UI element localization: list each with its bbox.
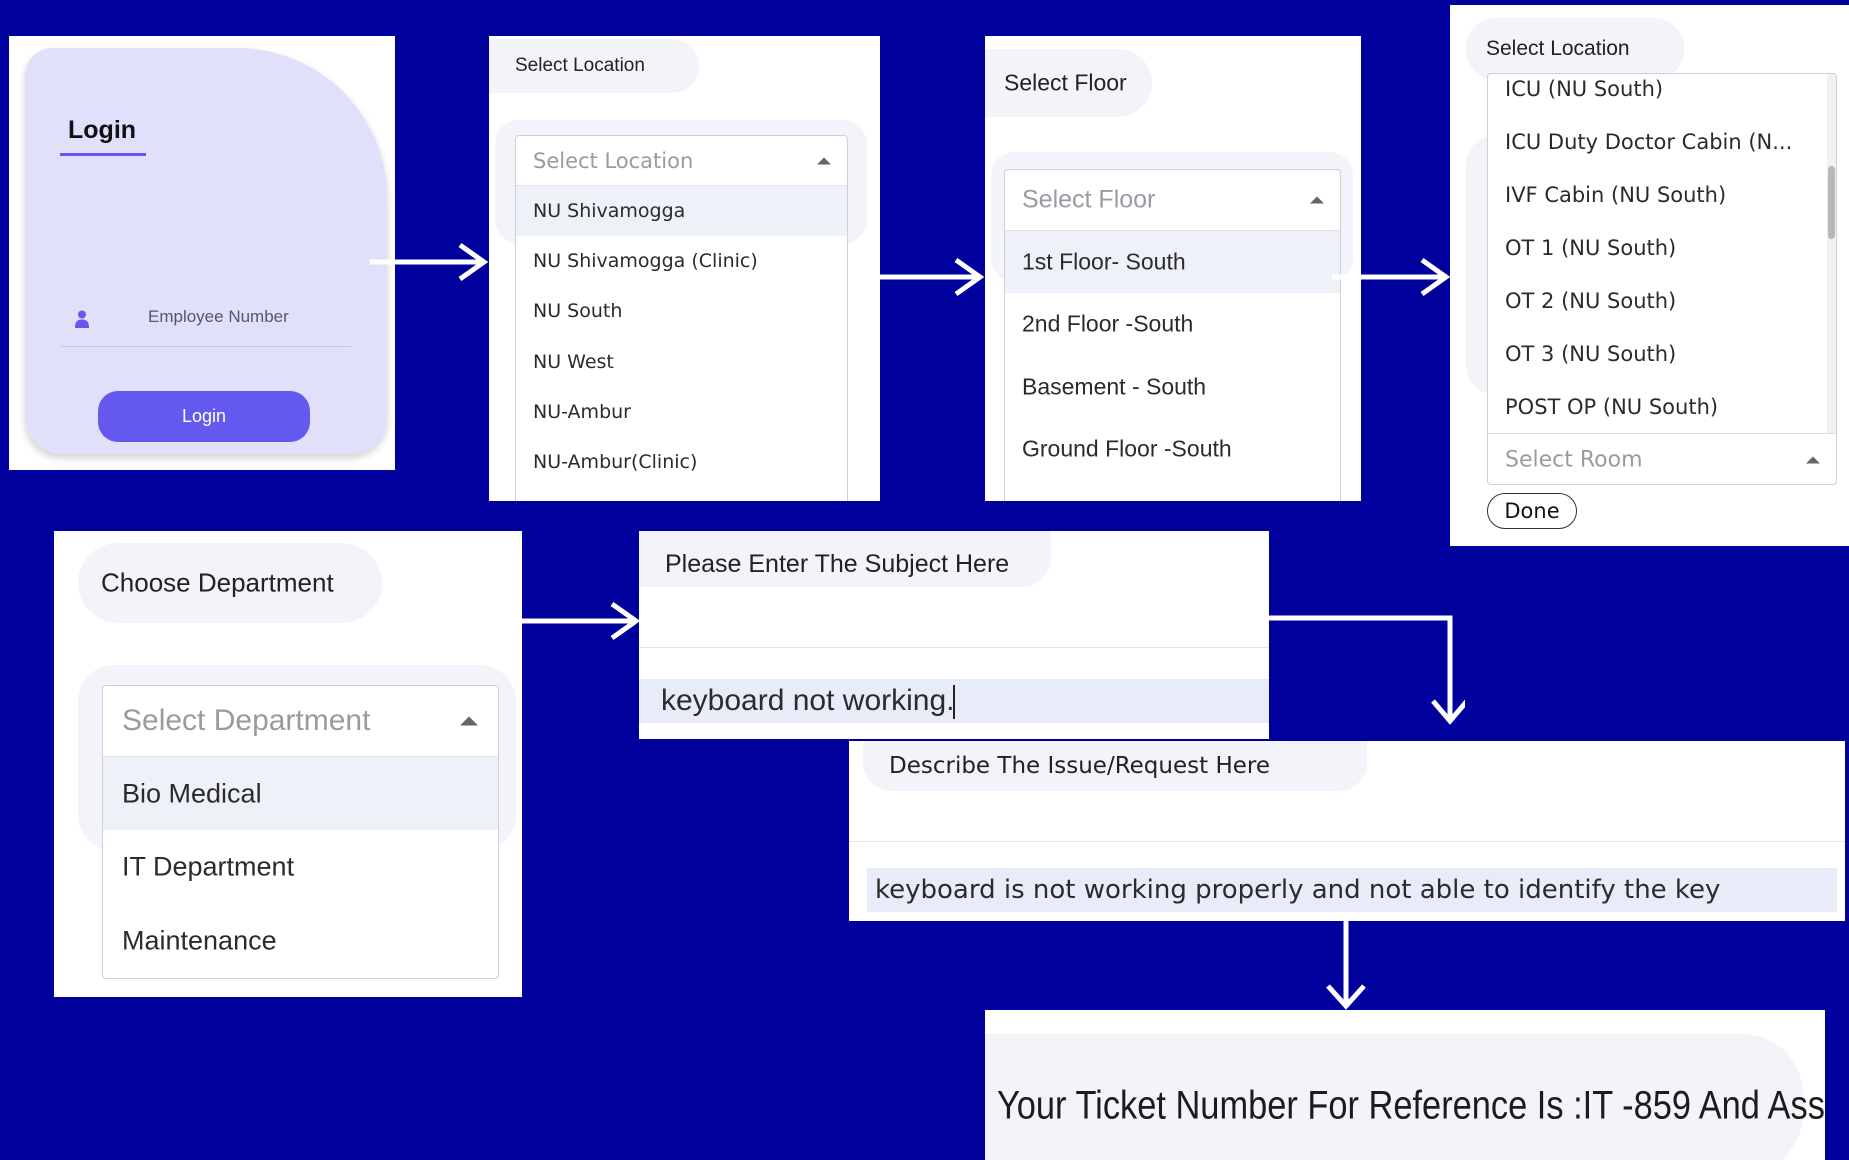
floor-option[interactable]: 2nd Floor -South: [1005, 293, 1340, 355]
room-option[interactable]: POST OP (NU South): [1488, 380, 1836, 433]
room-panel: Select Location ICU (NU South) ICU Duty …: [1450, 5, 1849, 546]
describe-panel: Describe The Issue/Request Here keyboard…: [849, 741, 1845, 921]
location-option[interactable]: NU Shivamogga: [516, 186, 847, 236]
department-panel: Choose Department Select Department Bio …: [54, 531, 522, 997]
employee-number-placeholder: Employee Number: [148, 307, 289, 326]
location-chip: Select Location: [489, 39, 699, 93]
floor-chip: Select Floor: [985, 49, 1152, 117]
arrow-right-icon: [370, 242, 489, 282]
room-option[interactable]: OT 3 (NU South): [1488, 327, 1836, 380]
location-select[interactable]: Select Location NU Shivamogga NU Shivamo…: [515, 135, 848, 501]
caret-up-icon: [460, 716, 478, 726]
login-card: Login Employee Number Login: [25, 48, 387, 454]
subject-input[interactable]: keyboard not working.: [639, 679, 1269, 723]
location-panel: Select Location Select Location NU Shiva…: [489, 36, 880, 501]
department-option[interactable]: Bio Medical: [103, 757, 498, 830]
arrow-right-icon: [522, 601, 641, 641]
room-list-scrollbar[interactable]: [1827, 74, 1836, 433]
done-button[interactable]: Done: [1487, 493, 1577, 529]
caret-up-icon: [817, 157, 831, 164]
room-option[interactable]: ICU Duty Doctor Cabin (N...: [1488, 115, 1836, 168]
describe-chip: Describe The Issue/Request Here: [863, 741, 1367, 791]
room-option[interactable]: OT 2 (NU South): [1488, 274, 1836, 327]
location-option[interactable]: NU South: [516, 286, 847, 336]
floor-option[interactable]: Ground Floor -South: [1005, 418, 1340, 480]
user-icon: [75, 310, 89, 328]
subject-panel: Please Enter The Subject Here keyboard n…: [639, 531, 1269, 739]
arrow-right-icon: [866, 257, 985, 297]
location-option[interactable]: NU-Ambur: [516, 387, 847, 437]
describe-input[interactable]: keyboard is not working properly and not…: [867, 868, 1837, 912]
ticket-bubble: Your Ticket Number For Reference Is :IT …: [985, 1034, 1825, 1160]
floor-panel: Select Floor Select Floor 1st Floor- Sou…: [985, 36, 1361, 501]
department-option[interactable]: IT Department: [103, 830, 498, 904]
login-button[interactable]: Login: [98, 391, 310, 442]
describe-divider: [849, 841, 1845, 842]
employee-number-field[interactable]: Employee Number: [61, 294, 351, 347]
department-select-header[interactable]: Select Department: [103, 686, 498, 757]
arrow-down-icon: [1267, 615, 1465, 725]
floor-option[interactable]: Basement - South: [1005, 355, 1340, 418]
ticket-message: Your Ticket Number For Reference Is :IT …: [997, 1083, 1825, 1128]
room-select-header[interactable]: Select Room: [1488, 433, 1836, 484]
floor-select-header[interactable]: Select Floor: [1005, 170, 1340, 231]
caret-up-icon: [1806, 456, 1820, 463]
room-option[interactable]: ICU (NU South): [1488, 74, 1836, 115]
scrollbar-thumb[interactable]: [1828, 166, 1835, 239]
room-option[interactable]: IVF Cabin (NU South): [1488, 168, 1836, 221]
text-cursor: [953, 685, 955, 719]
room-option[interactable]: OT 1 (NU South): [1488, 221, 1836, 274]
department-chip: Choose Department: [78, 543, 382, 623]
location-option[interactable]: NU Shivamogga (Clinic): [516, 236, 847, 286]
login-panel: Login Employee Number Login: [9, 36, 395, 470]
floor-select[interactable]: Select Floor 1st Floor- South 2nd Floor …: [1004, 169, 1341, 501]
floor-option[interactable]: 1st Floor- South: [1005, 231, 1340, 293]
arrow-down-icon: [1326, 920, 1366, 1010]
department-option[interactable]: Maintenance: [103, 904, 498, 978]
location-option[interactable]: NU-Ambur(Clinic): [516, 437, 847, 487]
department-select[interactable]: Select Department Bio Medical IT Departm…: [102, 685, 499, 979]
subject-divider: [639, 647, 1269, 648]
room-location-chip: Select Location: [1466, 18, 1684, 80]
login-title: Login: [68, 116, 137, 144]
subject-chip: Please Enter The Subject Here: [639, 531, 1051, 587]
location-select-header[interactable]: Select Location: [516, 136, 847, 186]
location-option[interactable]: NU West: [516, 336, 847, 387]
arrow-right-icon: [1332, 257, 1451, 297]
caret-up-icon: [1310, 196, 1324, 204]
ticket-panel: Your Ticket Number For Reference Is :IT …: [985, 1010, 1825, 1160]
login-title-underline: [60, 153, 146, 156]
login-button-label: Login: [181, 406, 227, 426]
room-select[interactable]: ICU (NU South) ICU Duty Doctor Cabin (N.…: [1487, 73, 1837, 485]
